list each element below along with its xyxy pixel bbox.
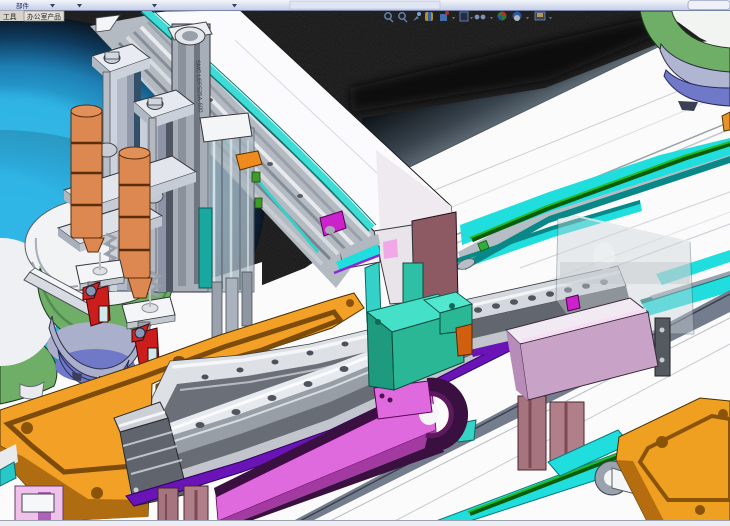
svg-text:部件: 部件: [16, 1, 30, 10]
svg-text:工具: 工具: [3, 13, 17, 21]
svg-text:办公室产品: 办公室产品: [27, 12, 61, 21]
